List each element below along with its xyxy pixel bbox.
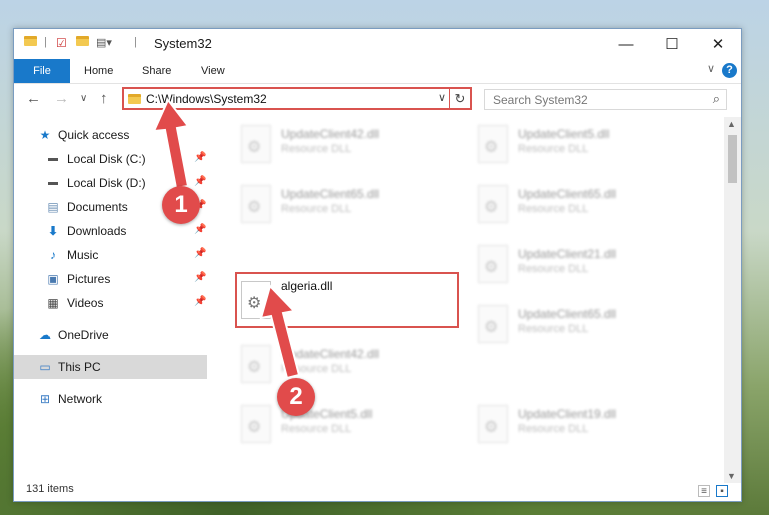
arrow-2 bbox=[259, 284, 301, 380]
annotation-arrows bbox=[152, 98, 301, 380]
arrow-1 bbox=[152, 98, 190, 190]
callout-badge-1: 1 bbox=[162, 186, 200, 224]
callout-badge-2: 2 bbox=[277, 378, 315, 416]
